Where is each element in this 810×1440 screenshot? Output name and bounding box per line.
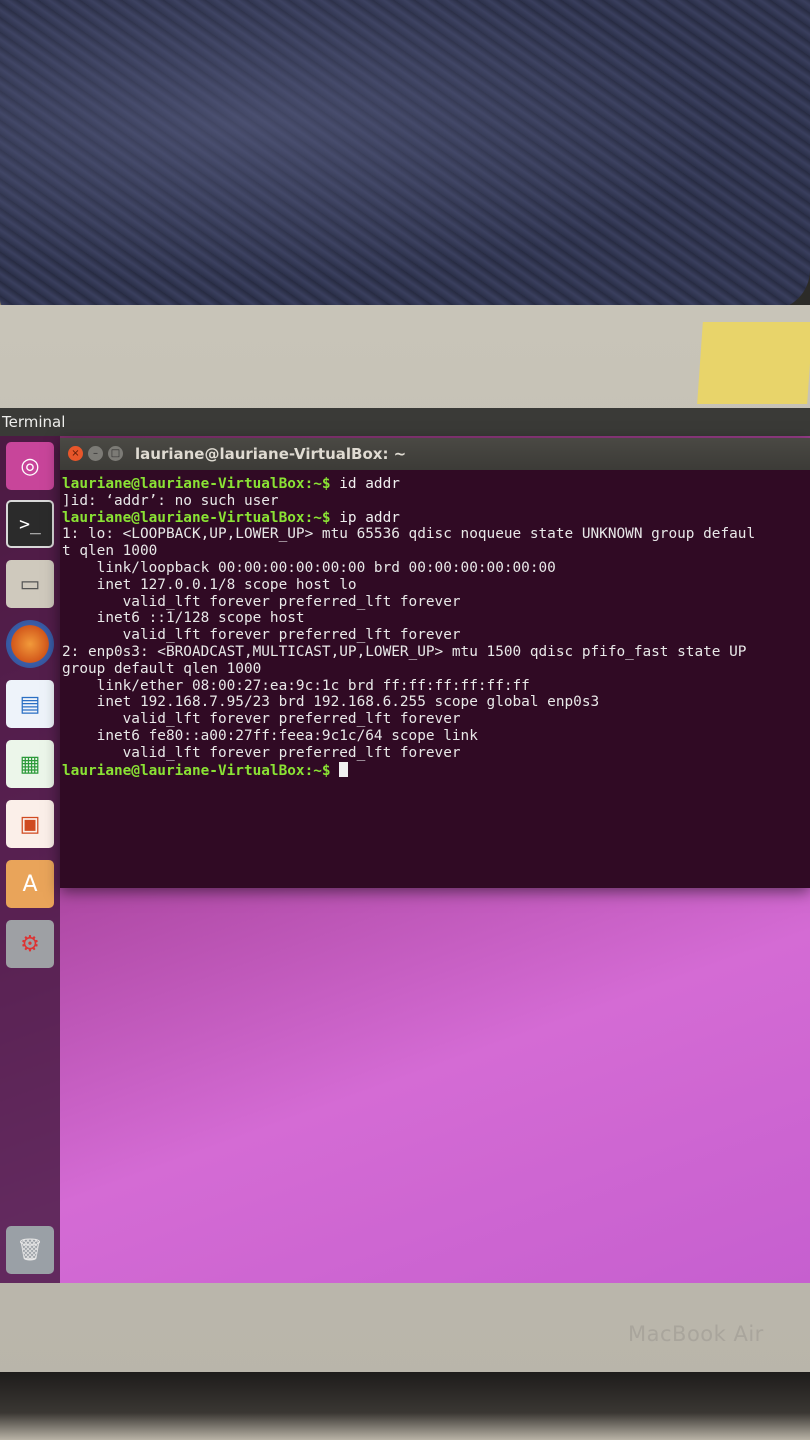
terminal-line: t qlen 1000 [62, 543, 158, 560]
shell-command [331, 763, 340, 779]
writer-launcher-icon[interactable]: ▤ [6, 680, 54, 728]
terminal-line: link/ether 08:00:27:ea:9c:1c brd ff:ff:f… [62, 677, 530, 694]
launcher: ◎ >_ ▭ ▤ ▦ ▣ A ⚙ 🗑 [0, 436, 60, 1283]
active-app-title: Terminal [2, 413, 66, 431]
terminal-line: inet6 ::1/128 scope host [62, 610, 305, 627]
impress-launcher-icon[interactable]: ▣ [6, 800, 54, 848]
scarf-photo-region [0, 0, 810, 310]
software-center-launcher-icon[interactable]: A [6, 860, 54, 908]
terminal-line: inet6 fe80::a00:27ff:feea:9c1c/64 scope … [62, 727, 478, 744]
terminal-line: inet 192.168.7.95/23 brd 192.168.6.255 s… [62, 694, 600, 711]
top-panel: Terminal [0, 408, 810, 436]
terminal-line: group default qlen 1000 [62, 660, 262, 677]
text-cursor [339, 761, 349, 777]
terminal-line: 1: lo: <LOOPBACK,UP,LOWER_UP> mtu 65536 … [62, 526, 756, 543]
terminal-line: 2: enp0s3: <BROADCAST,MULTICAST,UP,LOWER… [62, 643, 747, 660]
terminal-launcher-icon[interactable]: >_ [6, 500, 54, 548]
files-launcher-icon[interactable]: ▭ [6, 560, 54, 608]
settings-launcher-icon[interactable]: ⚙ [6, 920, 54, 968]
shell-prompt: lauriane@lauriane-VirtualBox:~$ [62, 762, 331, 779]
terminal-line: ]id: ‘addr’: no such user [62, 492, 279, 509]
terminal-window[interactable]: × – □ lauriane@lauriane-VirtualBox: ~ la… [60, 438, 810, 888]
minimize-icon[interactable]: – [88, 446, 103, 461]
terminal-line: link/loopback 00:00:00:00:00:00 brd 00:0… [62, 559, 556, 576]
laptop-base [0, 1372, 810, 1440]
terminal-output[interactable]: lauriane@lauriane-VirtualBox:~$ id addr]… [60, 470, 810, 886]
terminal-line: lauriane@lauriane-VirtualBox:~$ ip addr [62, 510, 810, 527]
maximize-icon[interactable]: □ [108, 446, 123, 461]
bezel-logo: MacBook Air [628, 1322, 764, 1346]
terminal-line: lauriane@lauriane-VirtualBox:~$ id addr [62, 476, 810, 493]
screen: Terminal ◎ >_ ▭ ▤ ▦ ▣ A ⚙ 🗑 × – □ lauria… [0, 408, 810, 1283]
trash-launcher-icon[interactable]: 🗑 [6, 1226, 54, 1274]
shell-command: ip addr [330, 509, 400, 526]
terminal-line: valid_lft forever preferred_lft forever [62, 744, 461, 761]
terminal-line: valid_lft forever preferred_lft forever [62, 593, 461, 610]
terminal-line: valid_lft forever preferred_lft forever [62, 627, 461, 644]
sticky-note [697, 322, 810, 404]
terminal-line: lauriane@lauriane-VirtualBox:~$ [62, 761, 810, 779]
terminal-line: inet 127.0.0.1/8 scope host lo [62, 576, 357, 593]
ubuntu-dash-icon[interactable]: ◎ [6, 442, 54, 490]
calc-launcher-icon[interactable]: ▦ [6, 740, 54, 788]
close-icon[interactable]: × [68, 446, 83, 461]
shell-command: id addr [330, 476, 400, 492]
shell-prompt: lauriane@lauriane-VirtualBox:~$ [62, 509, 331, 526]
terminal-titlebar[interactable]: × – □ lauriane@lauriane-VirtualBox: ~ [60, 438, 810, 470]
shell-prompt: lauriane@lauriane-VirtualBox:~$ [62, 476, 331, 492]
terminal-line: valid_lft forever preferred_lft forever [62, 711, 461, 728]
firefox-launcher-icon[interactable] [6, 620, 54, 668]
terminal-title: lauriane@lauriane-VirtualBox: ~ [135, 445, 407, 463]
